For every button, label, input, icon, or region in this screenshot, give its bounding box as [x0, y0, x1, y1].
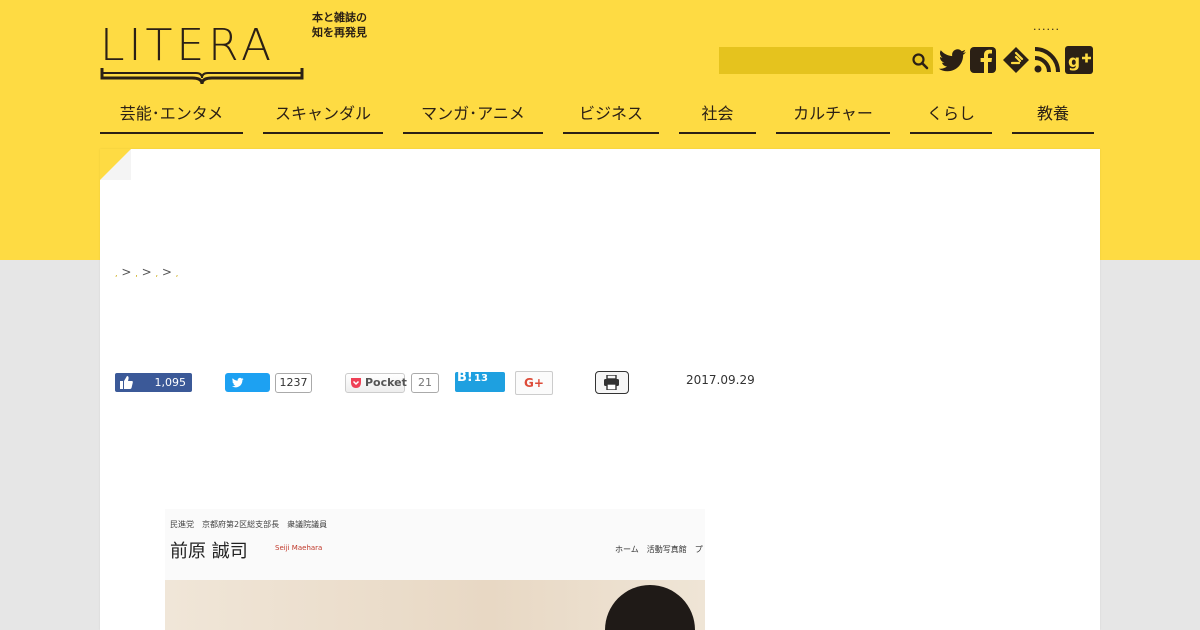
tagline-line-1: 本と雑誌の [312, 11, 367, 24]
thumbs-up-icon [120, 376, 133, 389]
main-nav: 芸能･エンタメ スキャンダル マンガ･アニメ ビジネス 社会 カルチャー くらし… [100, 100, 1100, 136]
image-politician-name: 前原 誠司 [170, 541, 248, 562]
pocket-count: 21 [411, 373, 439, 393]
svg-text:g: g [1068, 52, 1080, 72]
breadcrumb-link[interactable]: , [156, 269, 159, 278]
nav-item-lifestyle[interactable]: くらし [910, 100, 992, 134]
printer-icon [604, 375, 619, 390]
search-box [719, 47, 933, 74]
twitter-icon [231, 377, 244, 388]
hatena-label: B! [457, 370, 473, 385]
article-image: 民進党 京都府第2区総支部長 衆議院議員 前原 誠司 Seiji Maehara… [165, 509, 705, 630]
site-logo[interactable]: LITERA 本と雑誌の 知を再発見 [100, 10, 380, 88]
book-icon [100, 68, 304, 85]
image-site-nav: ホーム 活動写真館 プ [615, 545, 703, 554]
breadcrumb: , > , > , > , [115, 265, 178, 279]
image-politician-name-en: Seiji Maehara [275, 544, 323, 552]
google-plus-icon[interactable]: g [1064, 45, 1094, 75]
search-input[interactable] [719, 47, 915, 74]
facebook-icon[interactable] [968, 45, 998, 75]
breadcrumb-separator: > [141, 265, 152, 279]
header-top-links[interactable]: ...... [1033, 20, 1060, 33]
rss-icon[interactable] [1032, 45, 1062, 75]
breadcrumb-separator: > [121, 265, 132, 279]
breadcrumb-link[interactable]: , [115, 269, 118, 278]
twitter-icon[interactable] [938, 45, 968, 75]
pocket-icon [351, 378, 361, 388]
breadcrumb-link[interactable]: , [135, 269, 138, 278]
breadcrumb-link[interactable]: , [176, 269, 179, 278]
pocket-label: Pocket [365, 376, 407, 389]
tweet-count: 1237 [275, 373, 312, 393]
logo-tagline: 本と雑誌の 知を再発見 [312, 10, 382, 40]
facebook-like-count: 1,095 [154, 376, 187, 389]
nav-item-manga-anime[interactable]: マンガ･アニメ [403, 100, 543, 134]
nav-item-culture[interactable]: カルチャー [776, 100, 890, 134]
tagline-line-2: 知を再発見 [312, 26, 367, 39]
hatena-count: 13 [474, 373, 488, 384]
search-icon[interactable] [911, 52, 929, 70]
pocket-button[interactable]: Pocket [345, 373, 407, 393]
page-fold-corner [100, 149, 131, 180]
google-plus-button[interactable]: G+ [515, 371, 553, 395]
hatena-bookmark-button[interactable]: B! 13 [455, 370, 505, 392]
nav-item-entertainment[interactable]: 芸能･エンタメ [100, 100, 243, 134]
tweet-button[interactable] [225, 373, 270, 392]
nav-item-education[interactable]: 教養 [1012, 100, 1094, 134]
breadcrumb-separator: > [161, 265, 172, 279]
nav-item-scandal[interactable]: スキャンダル [263, 100, 383, 134]
print-button[interactable] [595, 371, 629, 394]
image-subtitle: 民進党 京都府第2区総支部長 衆議院議員 [170, 520, 328, 529]
article-date: 2017.09.29 [686, 373, 755, 387]
nav-item-business[interactable]: ビジネス [563, 100, 659, 134]
feedly-icon[interactable] [1001, 45, 1031, 75]
nav-item-society[interactable]: 社会 [679, 100, 756, 134]
facebook-like-button[interactable]: 1,095 [115, 373, 192, 392]
article-card: , > , > , > , 1,095 1237 Pocket 21 B! 13… [100, 149, 1100, 630]
